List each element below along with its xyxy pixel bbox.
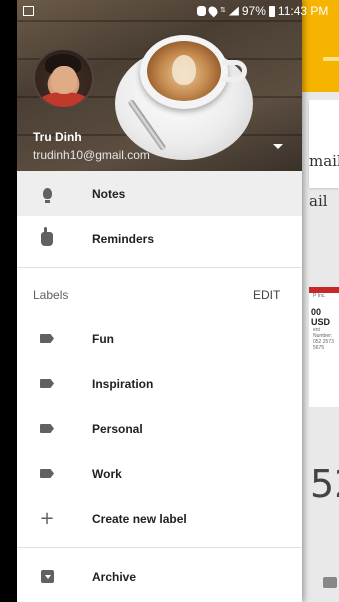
- avatar[interactable]: [33, 48, 94, 109]
- header-cup-handle: [222, 60, 247, 82]
- create-label-text: Create new label: [92, 511, 187, 526]
- camera-icon[interactable]: [323, 577, 337, 588]
- nav-item-label: Notes: [92, 186, 126, 201]
- drawer-header: Tru Dinh trudinh10@gmail.com: [17, 0, 302, 171]
- background-note-number: 52: [310, 462, 339, 506]
- data-icon: ⇅: [220, 7, 226, 14]
- nav-item-reminders[interactable]: Reminders: [17, 216, 302, 261]
- background-note-card[interactable]: [309, 100, 339, 188]
- label-item-personal[interactable]: Personal: [17, 406, 302, 451]
- archive-icon: [39, 569, 55, 585]
- divider: [17, 547, 302, 548]
- account-name: Tru Dinh: [33, 130, 82, 144]
- alarm-icon: [197, 6, 206, 16]
- plus-icon: +: [39, 507, 55, 529]
- divider: [17, 267, 302, 268]
- background-note-text: ail: [309, 192, 328, 210]
- label-item-fun[interactable]: Fun: [17, 316, 302, 361]
- create-new-label-button[interactable]: + Create new label: [17, 496, 302, 541]
- clock: 11:43 PM: [277, 4, 329, 18]
- location-icon: [206, 4, 220, 18]
- label-icon: [39, 421, 55, 437]
- navigation-drawer: Tru Dinh trudinh10@gmail.com Notes Remin…: [17, 0, 302, 602]
- labels-header: Labels EDIT: [17, 274, 302, 316]
- label-item-label: Fun: [92, 331, 114, 346]
- lightbulb-icon: [39, 186, 55, 203]
- labels-section-title: Labels: [33, 288, 69, 302]
- reminder-hand-icon: [39, 226, 55, 247]
- header-latte-art: [172, 55, 196, 85]
- nav-item-notes[interactable]: Notes: [17, 171, 302, 216]
- nav-item-label: Archive: [92, 569, 137, 584]
- background-doc-amount: 00 USD: [311, 307, 331, 327]
- image-notification-icon: [23, 6, 34, 16]
- background-toolbar-icon: [323, 57, 339, 61]
- background-note-text: mail: [309, 152, 339, 170]
- status-bar: ⇅ 97% 11:43 PM: [0, 0, 339, 24]
- nav-item-archive[interactable]: Archive: [17, 554, 302, 599]
- background-doc-line: ent Number:: [313, 327, 333, 339]
- account-email: trudinh10@gmail.com: [33, 148, 150, 162]
- signal-icon: [228, 6, 239, 16]
- battery-percent: 97%: [241, 4, 266, 18]
- label-item-work[interactable]: Work: [17, 451, 302, 496]
- edit-labels-button[interactable]: EDIT: [253, 288, 280, 302]
- drawer-menu: Notes Reminders Labels EDIT Fun Inspirat…: [17, 171, 302, 599]
- background-note-image[interactable]: P Inc. 00 USD ent Number: 052 2573 5675: [309, 287, 339, 407]
- nav-item-label: Reminders: [92, 231, 155, 246]
- label-item-label: Personal: [92, 421, 143, 436]
- label-item-label: Work: [92, 466, 122, 481]
- status-right: ⇅ 97% 11:43 PM: [197, 4, 328, 18]
- background-doc-line: P Inc.: [313, 293, 326, 299]
- battery-icon: [268, 5, 275, 17]
- account-dropdown-icon[interactable]: [273, 144, 283, 149]
- label-icon: [39, 331, 55, 347]
- label-item-inspiration[interactable]: Inspiration: [17, 361, 302, 406]
- label-icon: [39, 466, 55, 482]
- label-item-label: Inspiration: [92, 376, 154, 391]
- background-doc-line: 052 2573 5675: [313, 339, 334, 351]
- label-icon: [39, 376, 55, 392]
